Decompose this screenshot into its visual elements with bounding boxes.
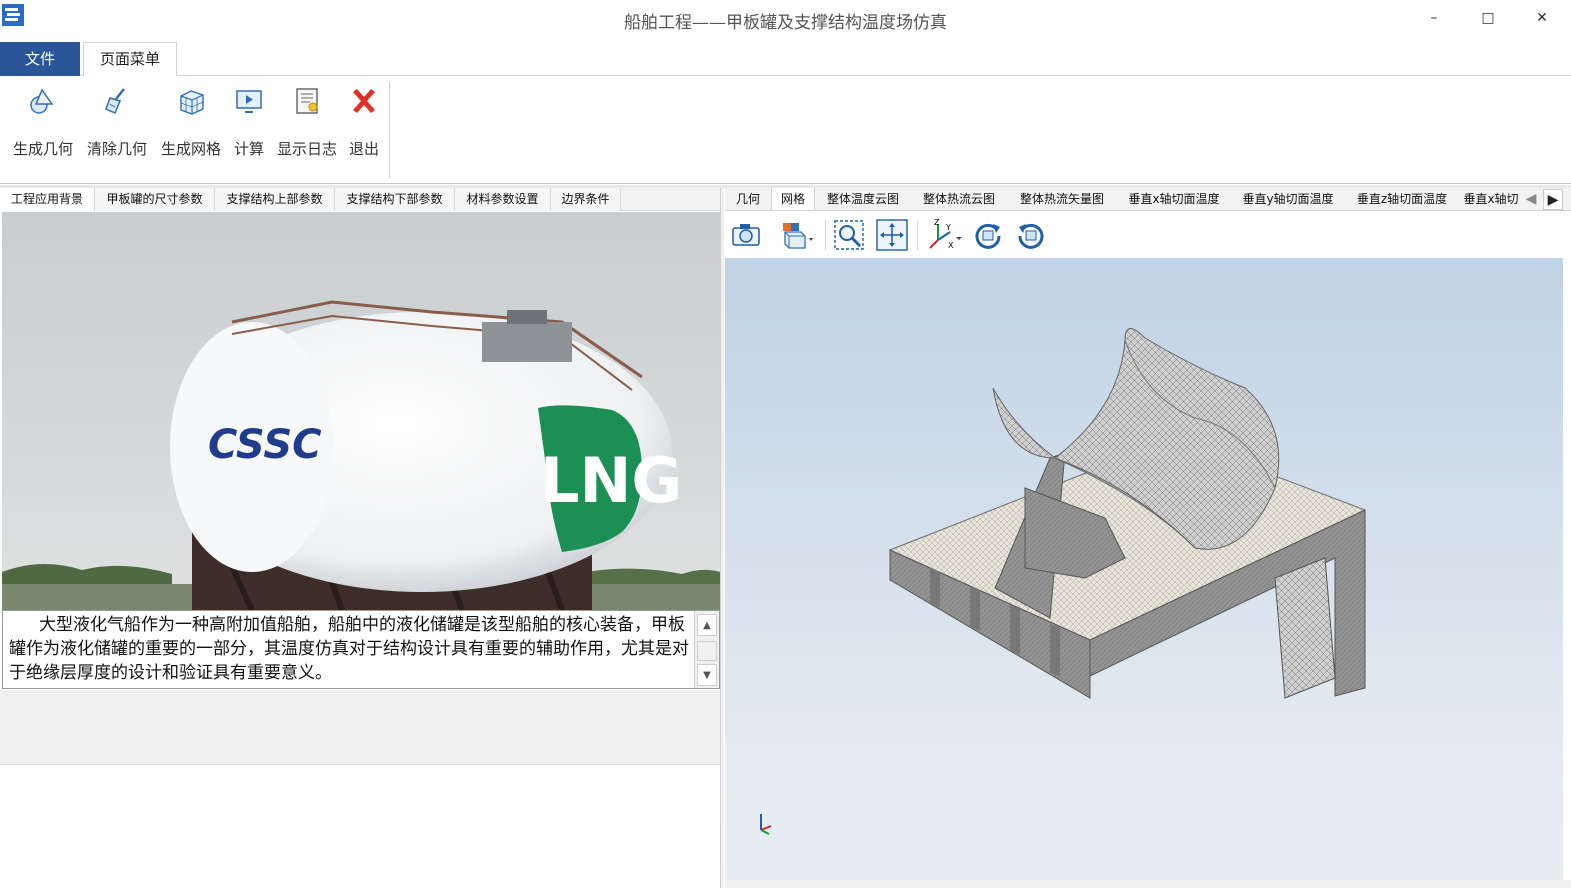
axis-y-label: Y	[945, 223, 951, 232]
tab-scroll-left-icon[interactable]: ◀	[1521, 189, 1541, 210]
scroll-down-arrow-icon[interactable]: ▼	[697, 664, 717, 686]
exit-label: 退出	[348, 140, 379, 158]
scroll-up-arrow-icon[interactable]: ▲	[697, 614, 717, 636]
title-bar: 船舶工程——甲板罐及支撑结构温度场仿真 – □ ✕	[0, 0, 1571, 38]
description-scrollbar[interactable]: ▲ ▼	[694, 611, 719, 688]
mesh-model	[888, 328, 1367, 699]
monitor-play-icon	[236, 90, 262, 113]
ribbon-separator	[389, 82, 390, 178]
ribbon-tab-bar: 文件 页面菜单	[0, 42, 1571, 77]
clear-geometry-label: 清除几何	[86, 140, 147, 158]
viewport-footer	[725, 880, 1571, 888]
compute-button[interactable]: 计算	[229, 80, 269, 164]
tank-band-text: LNG	[540, 444, 682, 517]
axes-icon[interactable]: Z Y X	[924, 218, 966, 252]
tab-upper-support-params[interactable]: 支撑结构上部参数	[215, 188, 335, 211]
tab-deck-tank-dimensions[interactable]: 甲板罐的尺寸参数	[95, 188, 215, 211]
toolbar-separator	[917, 220, 918, 250]
rotate-left-icon[interactable]	[1014, 218, 1048, 252]
tab-x-section-temperature[interactable]: 垂直x轴切面温度	[1119, 188, 1229, 210]
zoom-fit-icon[interactable]	[832, 218, 866, 252]
generate-geometry-button[interactable]: 生成几何	[8, 80, 78, 164]
minimize-button[interactable]: –	[1414, 6, 1454, 30]
broom-icon	[105, 88, 125, 114]
tab-material-params[interactable]: 材料参数设置	[455, 188, 551, 211]
show-log-label: 显示日志	[276, 140, 337, 158]
tab-y-section-temperature[interactable]: 垂直y轴切面温度	[1233, 188, 1343, 210]
tab-z-section-temperature[interactable]: 垂直z轴切面温度	[1347, 188, 1457, 210]
tab-engineering-background[interactable]: 工程应用背景	[0, 188, 95, 211]
tab-overall-heat-flux[interactable]: 整体热流云图	[913, 188, 1005, 210]
axis-x-label: X	[948, 241, 954, 250]
axis-z-label: Z	[934, 218, 940, 227]
scroll-thumb[interactable]	[697, 641, 717, 661]
toolbar-separator	[825, 220, 826, 250]
right-tab-bar: 几何 网格 整体温度云图 整体热流云图 整体热流矢量图 垂直x轴切面温度 垂直y…	[725, 188, 1571, 211]
tank-logo-text: CSSC	[208, 422, 321, 468]
tab-boundary-conditions[interactable]: 边界条件	[551, 188, 621, 211]
description-textbox[interactable]: 大型液化气船作为一种高附加值船舶，船舶中的液化储罐是该型船舶的核心装备，甲板罐作…	[2, 610, 720, 689]
red-x-icon	[353, 89, 375, 113]
camera-icon[interactable]	[729, 218, 763, 252]
close-window-button[interactable]: ✕	[1522, 6, 1562, 30]
tab-geometry[interactable]: 几何	[725, 188, 771, 210]
window-title: 船舶工程——甲板罐及支撑结构温度场仿真	[624, 13, 947, 33]
generate-geometry-label: 生成几何	[12, 140, 73, 158]
show-log-button[interactable]: 显示日志	[272, 80, 342, 164]
tab-heat-flux-vector[interactable]: 整体热流矢量图	[1009, 188, 1115, 210]
left-tab-bar: 工程应用背景 甲板罐的尺寸参数 支撑结构上部参数 支撑结构下部参数 材料参数设置…	[0, 188, 720, 211]
pan-move-icon[interactable]	[875, 218, 909, 252]
compute-label: 计算	[233, 140, 264, 158]
tab-scroll-right-icon[interactable]: ▶	[1543, 189, 1563, 210]
exit-button[interactable]: 退出	[345, 80, 383, 164]
tab-mesh[interactable]: 网格	[771, 188, 815, 210]
ribbon-toolbar: 生成几何 清除几何 生成网格 计算 显示日志 退出	[0, 76, 1571, 184]
left-empty-area	[0, 690, 722, 765]
maximize-button[interactable]: □	[1468, 6, 1508, 30]
tab-file[interactable]: 文件	[0, 42, 80, 76]
tab-page-menu[interactable]: 页面菜单	[83, 42, 177, 77]
viewer-toolbar: Z Y X	[725, 211, 1563, 257]
generate-mesh-button[interactable]: 生成网格	[156, 80, 226, 164]
generate-mesh-label: 生成网格	[160, 140, 221, 158]
axis-triad-icon	[760, 814, 772, 835]
log-document-icon	[296, 88, 318, 114]
lng-tank-photo: LNG CSSC	[2, 212, 720, 610]
3d-viewport[interactable]	[725, 258, 1563, 880]
mesh-cube-icon	[180, 90, 204, 115]
tab-overall-temperature[interactable]: 整体温度云图	[817, 188, 909, 210]
clear-geometry-button[interactable]: 清除几何	[82, 80, 152, 164]
tab-x-section-truncated[interactable]: 垂直x轴切	[1461, 188, 1521, 210]
description-text: 大型液化气船作为一种高附加值船舶，船舶中的液化储罐是该型船舶的核心装备，甲板罐作…	[9, 615, 689, 683]
tab-lower-support-params[interactable]: 支撑结构下部参数	[335, 188, 455, 211]
panel-splitter[interactable]	[720, 188, 724, 888]
view-cube-icon[interactable]	[779, 218, 813, 252]
rotate-right-icon[interactable]	[971, 218, 1005, 252]
geometry-icon	[30, 88, 54, 114]
